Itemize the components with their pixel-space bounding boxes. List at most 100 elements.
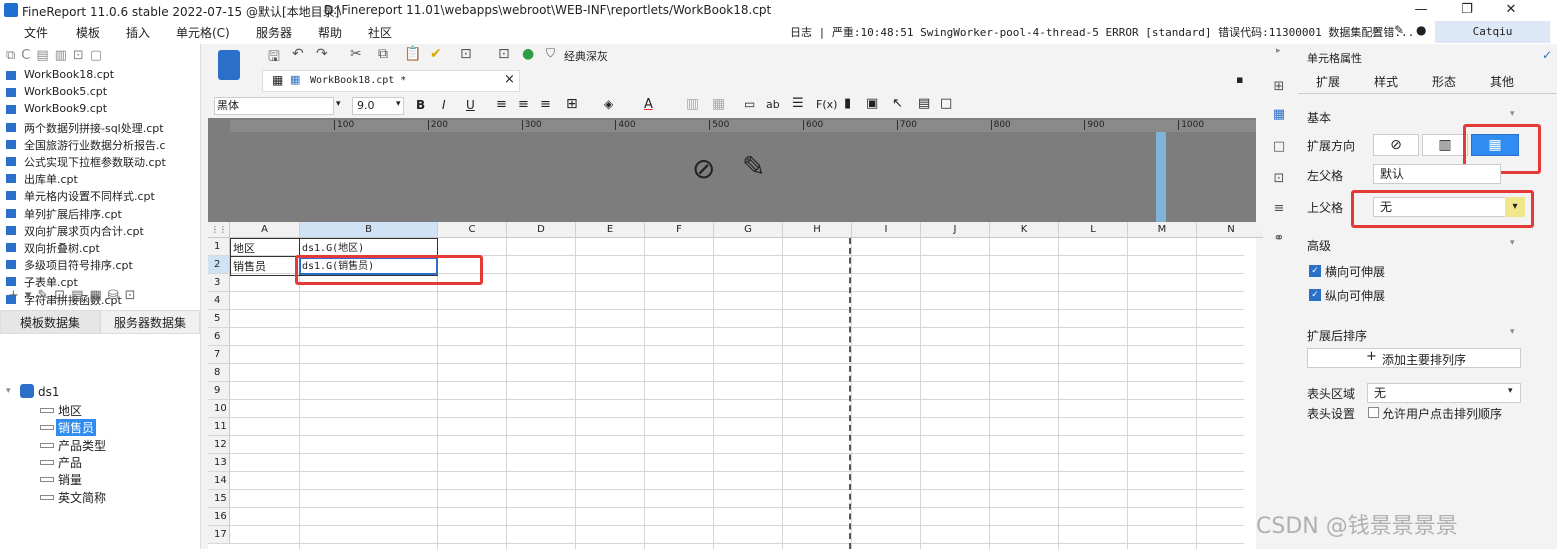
row-header[interactable]: 2: [208, 256, 230, 274]
copy-icon[interactable]: ⧉: [378, 46, 388, 62]
cell-element-icon[interactable]: ▦: [1271, 108, 1287, 122]
image-icon[interactable]: ▣: [866, 96, 878, 111]
dataset-toolbar-icons[interactable]: +▾✎⊡▤▦⛁⊡: [8, 288, 142, 303]
no-expand-button[interactable]: ⊘: [1373, 134, 1419, 156]
section-sort[interactable]: 扩展后排序: [1307, 327, 1367, 344]
template-file-item[interactable]: 出库单.cpt: [24, 171, 78, 187]
collapse-icon[interactable]: ▾: [6, 386, 11, 396]
template-file-item[interactable]: 双向扩展求页内合计.cpt: [24, 223, 144, 239]
check-icon[interactable]: ●: [522, 46, 534, 62]
column-header[interactable]: F: [645, 222, 714, 238]
column-header[interactable]: N: [1197, 222, 1266, 238]
hidden-eye-icon[interactable]: ⊘: [692, 152, 715, 185]
italic-icon[interactable]: I: [442, 98, 446, 112]
left-parent-select[interactable]: 默认: [1373, 164, 1501, 184]
tab-style[interactable]: 样式: [1374, 73, 1398, 90]
close-button[interactable]: ✕: [1496, 1, 1526, 19]
slash-icon[interactable]: ↖: [892, 96, 903, 111]
menu-server[interactable]: 服务器: [256, 24, 292, 41]
user-name[interactable]: Catqiu: [1435, 21, 1550, 43]
row-header[interactable]: 17: [208, 526, 230, 544]
column-header[interactable]: A: [230, 222, 300, 238]
text-ab-icon[interactable]: ab: [766, 98, 780, 111]
chart-icon[interactable]: ▮: [844, 96, 851, 111]
template-file-item[interactable]: WorkBook9.cpt: [24, 102, 107, 115]
float-element-icon[interactable]: □: [940, 96, 952, 111]
pencil-icon[interactable]: ✎: [742, 150, 765, 183]
search-icon[interactable]: ⌕: [1372, 23, 1379, 38]
menu-help[interactable]: 帮助: [318, 24, 342, 41]
edit-icon[interactable]: ✎: [1394, 23, 1404, 37]
font-family-select[interactable]: 黑体: [214, 97, 334, 115]
row-header[interactable]: 9: [208, 382, 230, 400]
unmerge-icon[interactable]: ▦: [712, 96, 725, 112]
search-replace-icon[interactable]: ⊡: [498, 46, 510, 62]
tab-template-dataset[interactable]: 模板数据集: [0, 310, 100, 334]
chevron-down-icon[interactable]: ▾: [1508, 386, 1513, 396]
column-header[interactable]: B: [300, 222, 438, 238]
section-advanced[interactable]: 高级: [1307, 237, 1331, 254]
dataset-field[interactable]: 产品类型: [58, 437, 106, 454]
column-header[interactable]: G: [714, 222, 783, 238]
row-header[interactable]: 13: [208, 454, 230, 472]
underline-icon[interactable]: U: [466, 98, 475, 112]
formula-icon[interactable]: F(x): [816, 98, 837, 111]
row-header[interactable]: 6: [208, 328, 230, 346]
column-header[interactable]: E: [576, 222, 645, 238]
row-header[interactable]: 7: [208, 346, 230, 364]
row-header[interactable]: 12: [208, 436, 230, 454]
paste-icon[interactable]: 📋: [404, 46, 421, 62]
column-header[interactable]: M: [1128, 222, 1197, 238]
dataset-field[interactable]: 产品: [58, 454, 82, 471]
template-type-icon[interactable]: [218, 50, 240, 80]
bold-icon[interactable]: B: [416, 98, 425, 112]
text-field-icon[interactable]: ▭: [744, 97, 755, 111]
chevron-down-icon[interactable]: ▾: [336, 99, 341, 109]
row-header[interactable]: 4: [208, 292, 230, 310]
tab-server-dataset[interactable]: 服务器数据集: [100, 310, 200, 334]
collapse-basic-icon[interactable]: ▾: [1510, 109, 1515, 119]
h-expand-checkbox[interactable]: ✓: [1309, 265, 1321, 277]
tab-form[interactable]: 形态: [1432, 73, 1456, 90]
hyperlink-list-icon[interactable]: ≡: [1271, 202, 1287, 216]
tab-expand[interactable]: 扩展: [1316, 73, 1340, 90]
row-header[interactable]: 11: [208, 418, 230, 436]
menu-insert[interactable]: 插入: [126, 24, 150, 41]
row-header[interactable]: 14: [208, 472, 230, 490]
row-header[interactable]: 1: [208, 238, 230, 256]
merge-icon[interactable]: ▥: [686, 96, 699, 112]
template-file-item[interactable]: 单列扩展后排序.cpt: [24, 206, 122, 222]
font-color-icon[interactable]: A: [644, 97, 653, 112]
dataset-ds1[interactable]: ds1: [38, 385, 60, 399]
column-header[interactable]: D: [507, 222, 576, 238]
restore-button[interactable]: ❐: [1452, 1, 1482, 19]
pin-panel-icon[interactable]: ✓: [1542, 48, 1552, 62]
rich-text-icon[interactable]: ☰: [792, 96, 804, 111]
template-file-item[interactable]: 单元格内设置不同样式.cpt: [24, 188, 155, 204]
undo-icon[interactable]: ↶: [292, 46, 304, 62]
column-header[interactable]: H: [783, 222, 852, 238]
align-right-icon[interactable]: ≡: [540, 97, 551, 112]
expand-panel-icon[interactable]: ▸: [1276, 46, 1281, 56]
menu-community[interactable]: 社区: [368, 24, 392, 41]
template-file-item[interactable]: 双向折叠树.cpt: [24, 240, 100, 256]
header-area-select[interactable]: 无: [1367, 383, 1521, 403]
subreport-icon[interactable]: ▤: [918, 96, 930, 111]
log-message[interactable]: 日志 | 严重:10:48:51 SwingWorker-pool-4-thre…: [790, 24, 1414, 40]
column-header[interactable]: K: [990, 222, 1059, 238]
template-file-item[interactable]: 公式实现下拉框参数联动.cpt: [24, 154, 166, 170]
link-icon[interactable]: ⚭: [1271, 232, 1287, 246]
tab-other[interactable]: 其他: [1490, 73, 1514, 90]
row-header[interactable]: 3: [208, 274, 230, 292]
align-left-icon[interactable]: ≡: [496, 97, 507, 112]
dataset-field[interactable]: 销售员: [56, 419, 97, 437]
border-icon[interactable]: ⊞: [566, 96, 578, 112]
v-expand-checkbox[interactable]: ✓: [1309, 289, 1321, 301]
menu-template[interactable]: 模板: [76, 24, 100, 41]
dataset-field[interactable]: 地区: [58, 402, 82, 419]
collapse-sort-icon[interactable]: ▾: [1510, 327, 1515, 337]
template-file-item[interactable]: WorkBook18.cpt: [24, 68, 114, 81]
section-basic[interactable]: 基本: [1307, 109, 1331, 126]
chevron-down-icon[interactable]: ▾: [396, 99, 401, 109]
column-header[interactable]: J: [921, 222, 990, 238]
